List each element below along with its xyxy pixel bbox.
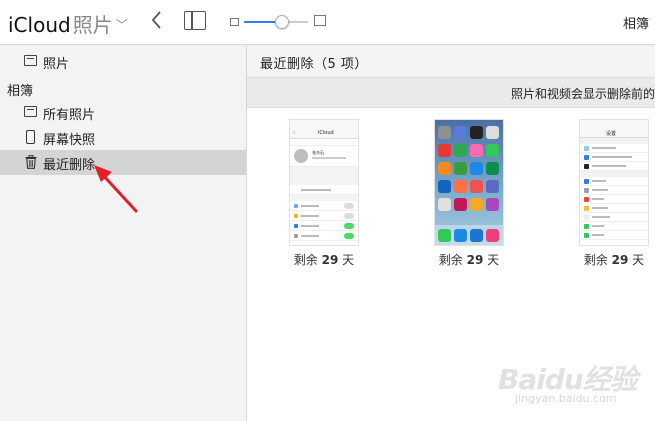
chevron-left-icon: [151, 11, 161, 29]
back-button[interactable]: [148, 7, 166, 33]
thumbnail-caption: 剩余 29 天: [583, 253, 645, 267]
avatar: [294, 149, 308, 163]
photo-thumbnail[interactable]: ‹ iCloud 张东石: [289, 119, 359, 246]
sidebar: 照片 相簿 所有照片 屏幕快照 最近删除: [0, 45, 247, 421]
zoom-track[interactable]: [244, 15, 308, 29]
thumb-nav: ‹ iCloud: [290, 128, 358, 139]
sidebar-heading-albums: 相簿: [7, 84, 34, 99]
top-bar: iCloud 照片 ﹀ 相簿: [0, 0, 655, 45]
sidebar-item-label: 照片: [43, 57, 70, 72]
photos-icon: [24, 55, 37, 66]
photos-icon: [24, 106, 37, 117]
thumbnail-caption: 剩余 29 天: [438, 253, 500, 267]
album-header: 最近删除（5 项）: [247, 45, 655, 78]
thumb-user-name: 张东石: [312, 150, 324, 155]
sidebar-item-label: 屏幕快照: [43, 133, 96, 148]
sidebar-toggle-icon[interactable]: [184, 11, 206, 30]
thumbnail-caption: 剩余 29 天: [293, 253, 355, 267]
sidebar-item-photos[interactable]: 照片: [0, 49, 246, 74]
annotation-arrow-icon: [94, 165, 138, 213]
sidebar-item-screenshots[interactable]: 屏幕快照: [0, 125, 246, 150]
small-photo-icon: [230, 18, 239, 26]
sidebar-item-all-photos[interactable]: 所有照片: [0, 100, 246, 125]
notice-bar: 照片和视频会显示删除前的: [247, 78, 655, 108]
chevron-left-icon: ‹: [293, 130, 295, 136]
thumb-profile: 张东石: [290, 145, 358, 167]
zoom-slider[interactable]: [230, 14, 326, 30]
chevron-down-icon[interactable]: ﹀: [116, 16, 128, 33]
dock: [435, 225, 503, 245]
thumb-title: 设置: [606, 131, 617, 137]
phone-icon: [26, 130, 35, 144]
page-title: 最近删除（5 项）: [260, 57, 368, 72]
photo-thumbnail[interactable]: 设置: [579, 119, 649, 246]
app-grid: [438, 126, 502, 211]
trash-icon: [25, 154, 37, 169]
app-brand: iCloud: [8, 13, 71, 37]
sidebar-item-label: 所有照片: [43, 108, 96, 123]
notice-text: 照片和视频会显示删除前的: [511, 87, 655, 101]
app-title[interactable]: iCloud 照片 ﹀: [8, 9, 128, 38]
status-bar: [290, 120, 358, 128]
thumb-title: iCloud: [318, 130, 334, 136]
large-photo-icon: [314, 15, 326, 26]
albums-link[interactable]: 相簿: [623, 13, 649, 32]
watermark-url: jingyan.baidu.com: [515, 392, 617, 405]
zoom-knob[interactable]: [275, 15, 290, 29]
app-section: 照片: [72, 13, 113, 37]
photo-thumbnail[interactable]: [434, 119, 504, 246]
